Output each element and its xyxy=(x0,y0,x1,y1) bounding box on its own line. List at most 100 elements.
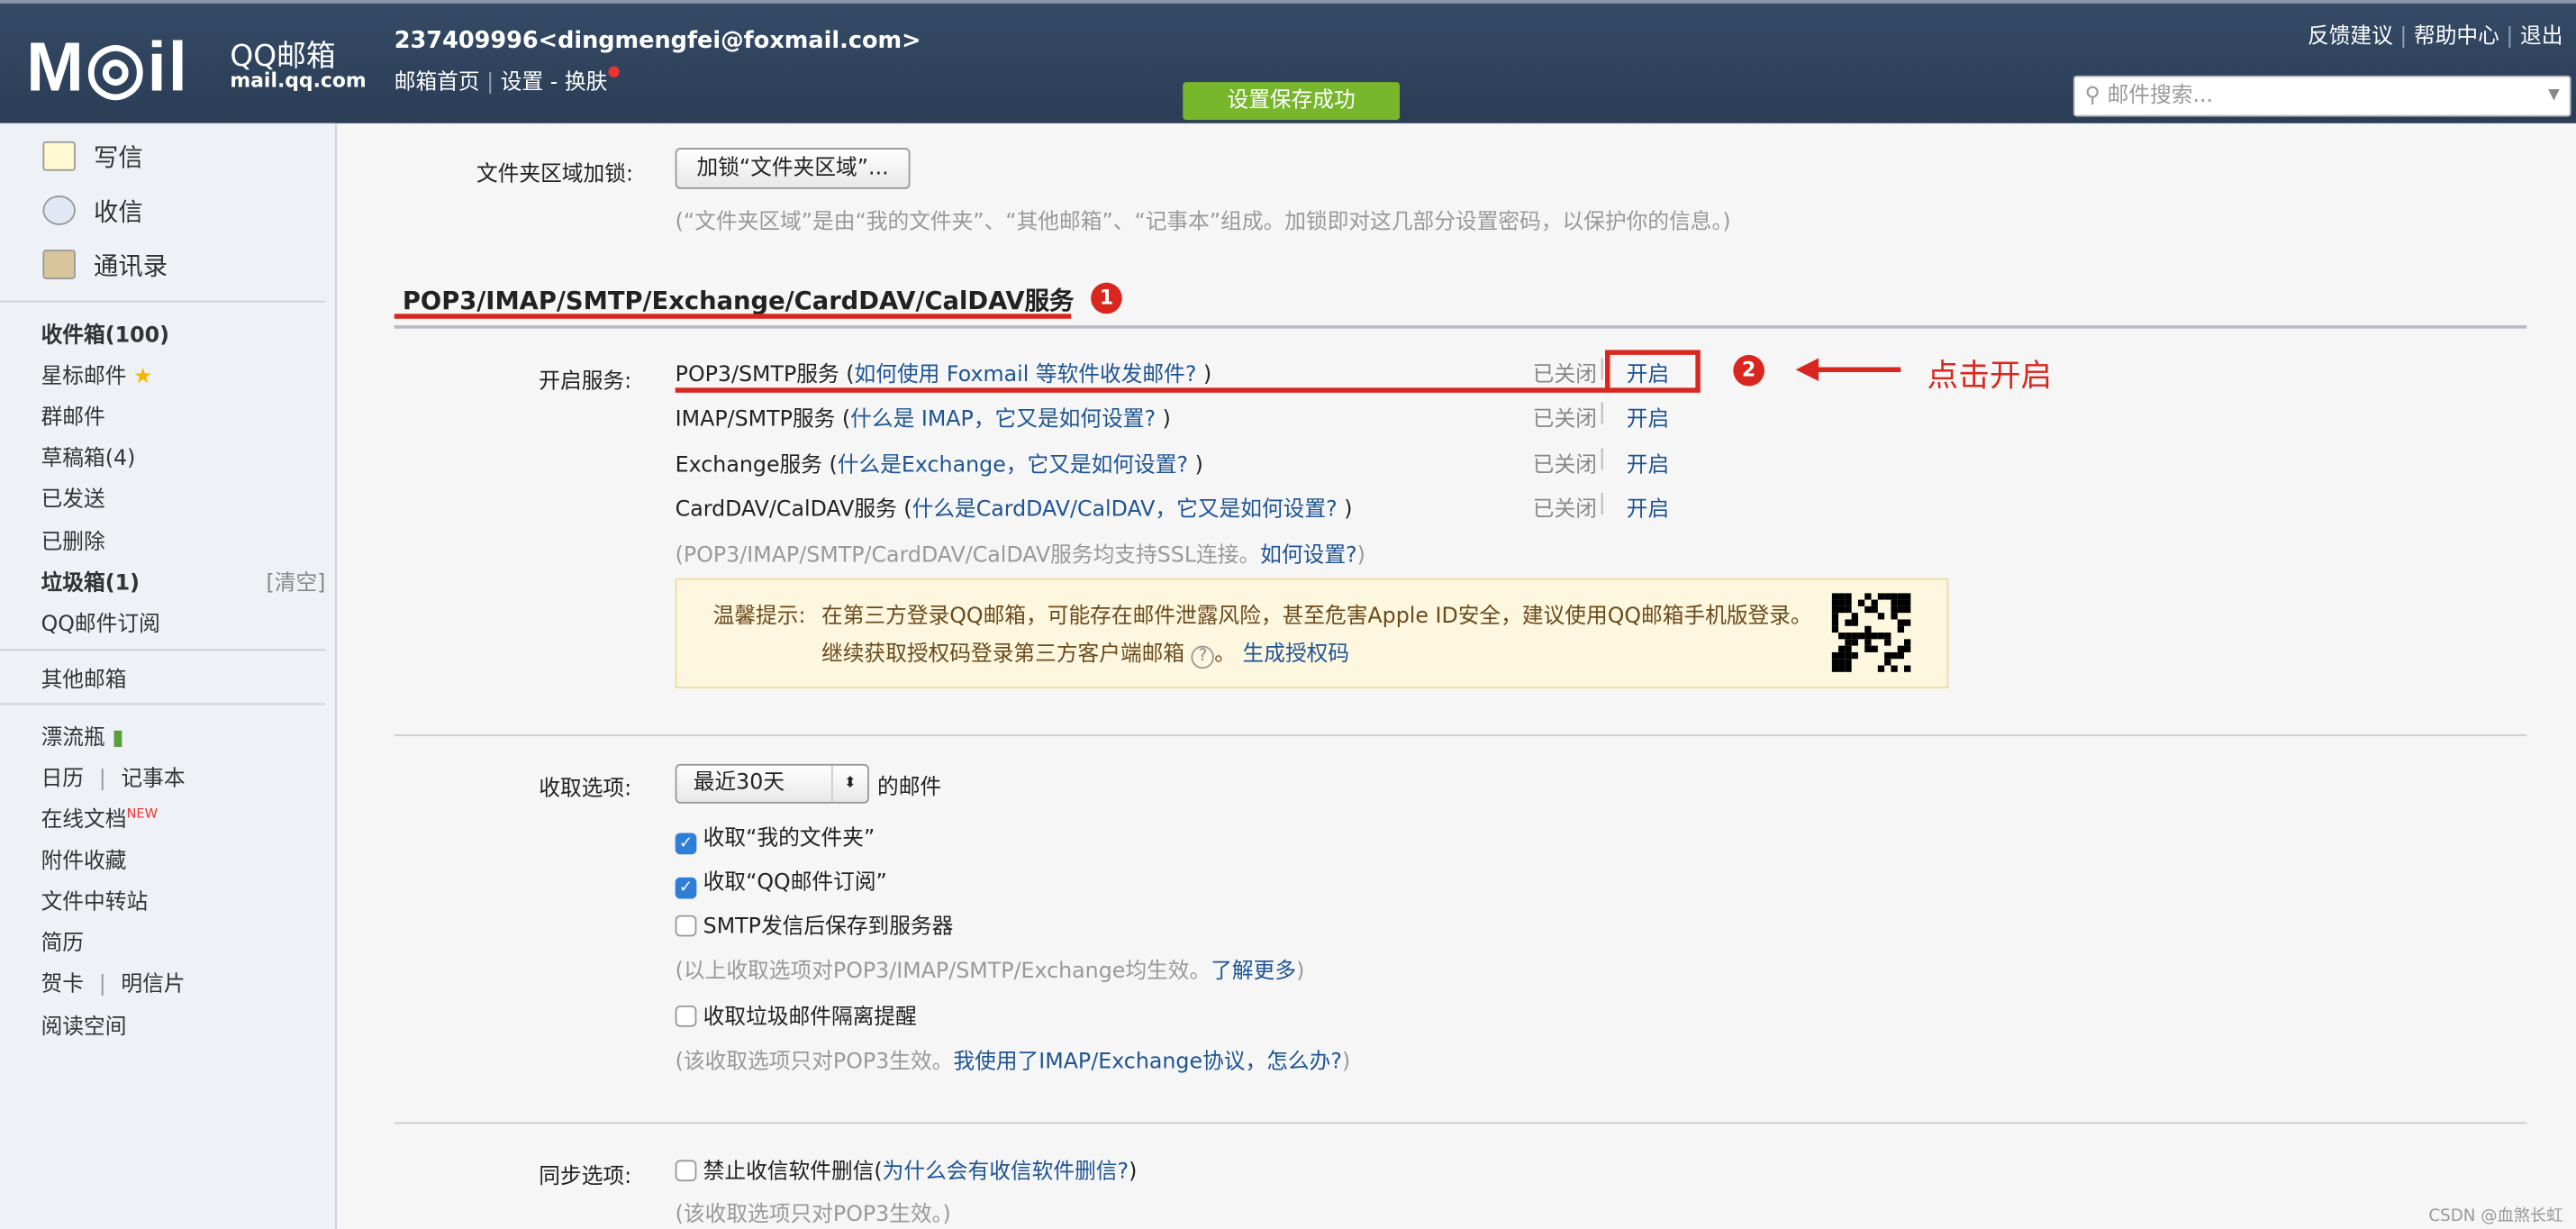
feedback-link[interactable]: 反馈建议 xyxy=(2308,24,2393,49)
paren: ( xyxy=(822,453,838,478)
checkbox-label: SMTP发信后保存到服务器 xyxy=(703,915,954,940)
sidebar-subscribe[interactable]: QQ邮件订阅 xyxy=(41,606,160,638)
starred-label: 星标邮件 xyxy=(41,365,127,389)
divider xyxy=(0,649,325,651)
skin-link[interactable]: 换肤 xyxy=(565,70,607,95)
service-help-link[interactable]: 什么是 IMAP，它又是如何设置? xyxy=(850,408,1156,432)
paren: ) xyxy=(1296,960,1304,984)
service-help-link[interactable]: 如何使用 Foxmail 等软件收发邮件? xyxy=(855,363,1197,387)
enable-service-button[interactable]: 开启 xyxy=(1627,491,1669,523)
sidebar-transfer[interactable]: 文件中转站 xyxy=(41,884,149,915)
checkbox[interactable]: ✓ xyxy=(676,878,697,899)
separator: | xyxy=(99,973,106,997)
enable-service-button[interactable]: 开启 xyxy=(1627,446,1669,478)
mail-search-input[interactable]: ⚲ 邮件搜索... ▼ xyxy=(2073,76,2571,117)
service-name: Exchange服务 xyxy=(676,453,822,478)
service-row: POP3/SMTP服务 (如何使用 Foxmail 等软件收发邮件? ) xyxy=(676,357,1212,388)
service-name: IMAP/SMTP服务 xyxy=(676,408,836,432)
help-link[interactable]: 帮助中心 xyxy=(2414,24,2499,49)
help-icon[interactable]: ? xyxy=(1192,646,1215,669)
fetch-option-checkbox[interactable]: ✓收取“QQ邮件订阅” xyxy=(676,864,887,898)
folder-lock-label: 文件夹区域加锁: xyxy=(476,156,633,187)
folder-lock-button[interactable]: 加锁“文件夹区域”... xyxy=(676,148,911,189)
separator: | xyxy=(2506,24,2513,49)
chevron-updown-icon: ⬍ xyxy=(831,766,867,802)
home-link[interactable]: 邮箱首页 xyxy=(395,70,480,95)
checkbox-label: 禁止收信软件删信 xyxy=(703,1160,875,1184)
service-row: CardDAV/CalDAV服务 (什么是CardDAV/CalDAV，它又是如… xyxy=(676,491,1353,523)
why-delete-link[interactable]: 为什么会有收信软件删信? xyxy=(883,1160,1129,1184)
checkbox[interactable] xyxy=(676,915,697,937)
top-header: M◎il QQ邮箱 mail.qq.com 237409996<dingmeng… xyxy=(0,0,2576,123)
logo[interactable]: M◎il xyxy=(26,26,189,106)
clear-spam-link[interactable]: [清空] xyxy=(266,565,325,596)
service-row: Exchange服务 (什么是Exchange，它又是如何设置? ) xyxy=(676,446,1203,478)
fetch-option-checkbox[interactable]: SMTP发信后保存到服务器 xyxy=(676,908,954,940)
arrow-left-icon xyxy=(1796,355,1904,385)
compose-icon xyxy=(42,141,75,171)
sidebar-deleted[interactable]: 已删除 xyxy=(41,524,105,556)
sidebar-card[interactable]: 贺卡 xyxy=(41,973,84,997)
sidebar-drafts[interactable]: 草稿箱(4) xyxy=(41,441,136,472)
divider xyxy=(0,703,325,705)
imap-help-link[interactable]: 我使用了IMAP/Exchange协议，怎么办? xyxy=(953,1050,1342,1074)
sidebar-sent[interactable]: 已发送 xyxy=(41,481,105,513)
sidebar-inbox[interactable]: 收件箱(100) xyxy=(41,317,169,349)
service-help-link[interactable]: 什么是Exchange，它又是如何设置? xyxy=(838,453,1188,478)
paren: ) xyxy=(1156,408,1171,432)
sidebar-receive[interactable]: 收信 xyxy=(94,194,143,228)
sidebar-group[interactable]: 群邮件 xyxy=(41,399,105,431)
sidebar-postcard[interactable]: 明信片 xyxy=(121,973,185,997)
service-label: 开启服务: xyxy=(539,363,631,395)
fetch-range-select[interactable]: 最近30天⬍ xyxy=(676,764,869,804)
service-status: 已关闭 xyxy=(1533,491,1597,523)
sidebar: 写信 收信 通讯录 收件箱(100) 星标邮件 ★ 群邮件 草稿箱(4) 已发送… xyxy=(0,123,337,1229)
sidebar-starred[interactable]: 星标邮件 ★ xyxy=(41,359,153,390)
fetch-note: (以上收取选项对POP3/IMAP/SMTP/Exchange均生效。 xyxy=(676,960,1211,984)
sidebar-notes[interactable]: 记事本 xyxy=(121,768,185,792)
ssl-help-link[interactable]: 如何设置? xyxy=(1260,544,1356,569)
service-help-link[interactable]: 什么是CardDAV/CalDAV，它又是如何设置? xyxy=(912,497,1338,522)
checkbox[interactable] xyxy=(676,1160,697,1181)
separator: | xyxy=(1599,401,1606,425)
sidebar-spam[interactable]: 垃圾箱(1) xyxy=(41,565,140,596)
paren: ) xyxy=(1196,363,1211,387)
spam-note: (该收取选项只对POP3生效。 xyxy=(676,1050,954,1074)
generate-auth-code-link[interactable]: 生成授权码 xyxy=(1243,642,1350,667)
service-name: POP3/SMTP服务 xyxy=(676,363,839,387)
save-success-toast: 设置保存成功 xyxy=(1183,82,1400,120)
sidebar-compose[interactable]: 写信 xyxy=(94,140,143,174)
sync-note: (该收取选项只对POP3生效。) xyxy=(676,1197,951,1228)
period: 。 xyxy=(1214,642,1236,667)
separator: | xyxy=(99,768,106,792)
enable-service-button[interactable]: 开启 xyxy=(1627,401,1669,432)
sidebar-other-mailboxes[interactable]: 其他邮箱 xyxy=(41,662,127,694)
fetch-option-checkbox[interactable]: ✓收取“我的文件夹” xyxy=(676,820,875,854)
dash: - xyxy=(550,70,558,95)
paren: ( xyxy=(897,497,912,522)
sidebar-resume[interactable]: 简历 xyxy=(41,925,84,957)
chevron-down-icon[interactable]: ▼ xyxy=(2548,77,2560,115)
service-row: IMAP/SMTP服务 (什么是 IMAP，它又是如何设置? ) xyxy=(676,401,1171,432)
checkbox[interactable] xyxy=(676,1006,697,1027)
divider xyxy=(395,325,2527,329)
click-hint: 点击开启 xyxy=(1927,351,2053,396)
sync-no-delete-checkbox[interactable]: 禁止收信软件删信(为什么会有收信软件删信?) xyxy=(676,1153,1138,1185)
new-dot-icon: ● xyxy=(607,64,620,80)
star-icon: ★ xyxy=(133,365,152,389)
sidebar-bottle[interactable]: 漂流瓶 ▮ xyxy=(41,720,124,751)
settings-link[interactable]: 设置 xyxy=(501,70,543,95)
sidebar-attachments[interactable]: 附件收藏 xyxy=(41,842,127,874)
sidebar-contacts[interactable]: 通讯录 xyxy=(94,248,168,282)
learn-more-link[interactable]: 了解更多 xyxy=(1211,960,1296,984)
logout-link[interactable]: 退出 xyxy=(2520,24,2562,49)
service-heading: POP3/IMAP/SMTP/Exchange/CardDAV/CalDAV服务 xyxy=(403,283,1074,317)
divider xyxy=(0,301,325,303)
sidebar-calendar[interactable]: 日历 xyxy=(41,768,84,792)
sidebar-docs[interactable]: 在线文档NEW xyxy=(41,802,158,833)
sidebar-reading[interactable]: 阅读空间 xyxy=(41,1009,127,1041)
spam-reminder-checkbox[interactable]: 收取垃圾邮件隔离提醒 xyxy=(676,999,917,1031)
checkbox[interactable]: ✓ xyxy=(676,833,697,855)
paren: ( xyxy=(835,408,850,432)
paren: ) xyxy=(1129,1160,1137,1184)
